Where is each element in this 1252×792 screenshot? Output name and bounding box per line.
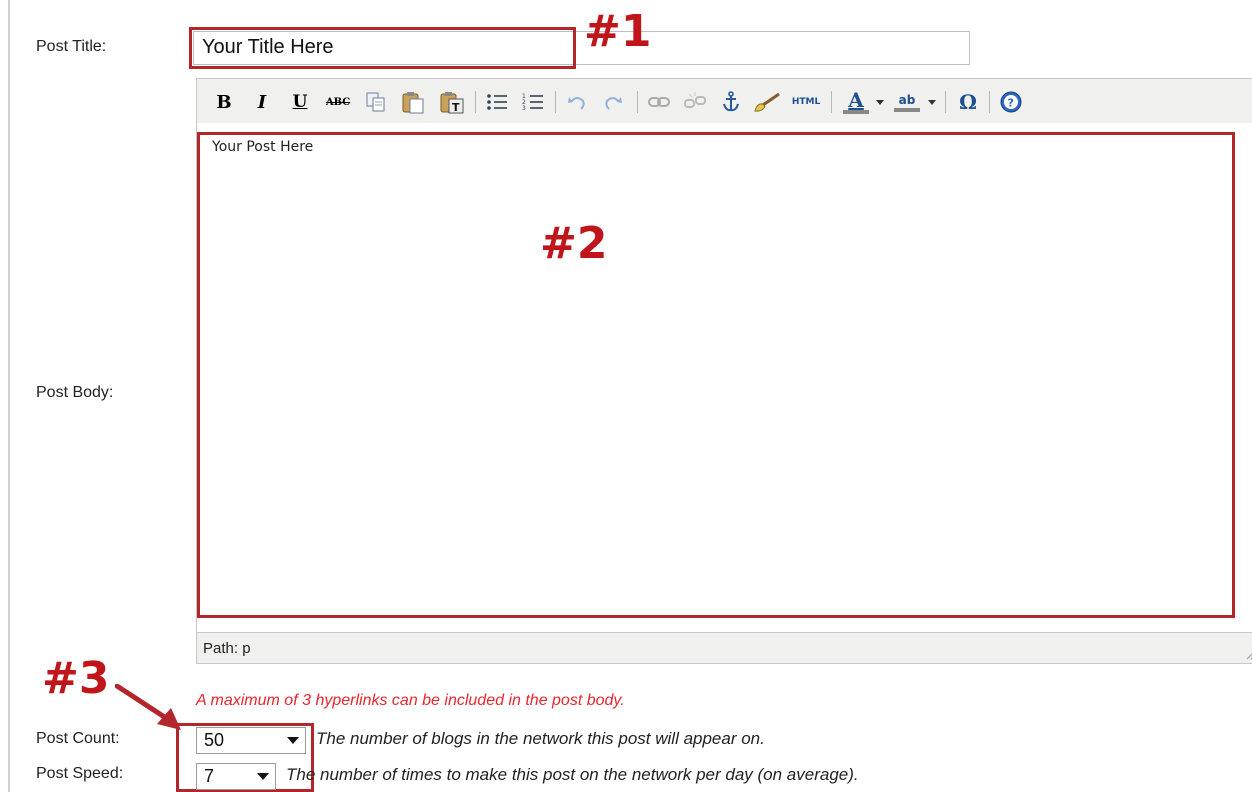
editor-toolbar: B I U ABC T 1 2 3 HTML A ab Ω ? [197, 79, 1252, 124]
editor-status-bar: Path: p [197, 632, 1252, 663]
redo-button[interactable] [599, 89, 627, 115]
numbered-list-button[interactable]: 1 2 3 [519, 89, 547, 115]
toolbar-separator [989, 91, 990, 113]
strikethrough-button[interactable]: ABC [321, 89, 355, 115]
font-color-swatch [843, 110, 869, 114]
font-color-dropdown[interactable] [873, 89, 887, 115]
resize-handle-icon[interactable] [1245, 646, 1252, 660]
toolbar-separator [475, 91, 476, 113]
post-speed-value: 7 [204, 766, 215, 786]
strikethrough-icon: ABC [325, 96, 351, 108]
left-border [8, 0, 10, 792]
post-speed-label: Post Speed: [36, 765, 124, 782]
svg-text:T: T [452, 101, 460, 114]
post-count-description: The number of blogs in the network this … [316, 729, 765, 748]
chevron-down-icon [928, 99, 936, 105]
special-character-button[interactable]: Ω [953, 89, 983, 115]
svg-text:?: ? [1008, 97, 1014, 110]
annotation-2: #2 [540, 218, 608, 269]
numbered-list-icon: 1 2 3 [522, 93, 543, 112]
html-source-button[interactable]: HTML [789, 89, 823, 115]
omega-icon: Ω [959, 90, 977, 114]
highlight-color-dropdown[interactable] [925, 89, 939, 115]
chevron-down-icon [257, 773, 269, 780]
undo-icon [568, 97, 585, 110]
annotation-1: #1 [584, 6, 652, 57]
bold-icon: B [216, 91, 232, 113]
annotation-arrow-icon [115, 684, 181, 730]
highlight-swatch [894, 108, 920, 112]
brush-icon [754, 92, 780, 112]
post-speed-description: The number of times to make this post on… [286, 765, 859, 784]
copy-button[interactable] [363, 89, 389, 115]
paste-button[interactable] [399, 89, 427, 115]
svg-text:3: 3 [522, 105, 526, 112]
anchor-icon [723, 91, 739, 112]
chevron-down-icon [287, 737, 299, 744]
underline-button[interactable]: U [287, 89, 313, 115]
font-color-button[interactable]: A [841, 89, 871, 115]
link-icon [648, 97, 670, 107]
help-button[interactable]: ? [997, 89, 1025, 115]
italic-button[interactable]: I [249, 89, 275, 115]
font-color-icon: A [848, 88, 864, 112]
bold-button[interactable]: B [211, 89, 237, 115]
paste-icon [402, 92, 424, 114]
undo-button[interactable] [563, 89, 591, 115]
redo-icon [605, 97, 622, 110]
post-count-value: 50 [204, 730, 225, 750]
hyperlink-limit-warning: A maximum of 3 hyperlinks can be include… [196, 692, 625, 709]
toolbar-separator [555, 91, 556, 113]
toolbar-separator [637, 91, 638, 113]
paste-text-icon: T [440, 92, 464, 114]
anchor-button[interactable] [717, 89, 745, 115]
insert-link-button[interactable] [645, 89, 673, 115]
highlight-color-button[interactable]: ab [891, 89, 923, 115]
toolbar-separator [831, 91, 832, 113]
unlink-button[interactable] [681, 89, 709, 115]
post-speed-select[interactable]: 7 [196, 763, 276, 790]
element-path: Path: p [203, 640, 251, 657]
bullet-list-icon [487, 94, 507, 110]
unlink-icon [684, 92, 706, 108]
underline-icon: U [292, 92, 308, 112]
annotation-box-body [197, 132, 1235, 618]
html-icon: HTML [791, 97, 821, 107]
toolbar-separator [945, 91, 946, 113]
highlight-icon: ab [898, 93, 916, 107]
post-title-label: Post Title: [36, 38, 107, 55]
bullet-list-button[interactable] [483, 89, 511, 115]
post-count-label: Post Count: [36, 730, 120, 747]
post-count-select[interactable]: 50 [196, 727, 306, 754]
annotation-3: #3 [42, 653, 110, 704]
copy-icon [366, 92, 385, 112]
post-body-label: Post Body: [36, 384, 114, 401]
cleanup-button[interactable] [751, 89, 783, 115]
paste-text-button[interactable]: T [437, 89, 467, 115]
annotation-box-title [189, 27, 576, 69]
chevron-down-icon [876, 99, 884, 105]
italic-icon: I [257, 91, 267, 113]
help-icon: ? [1000, 91, 1022, 113]
